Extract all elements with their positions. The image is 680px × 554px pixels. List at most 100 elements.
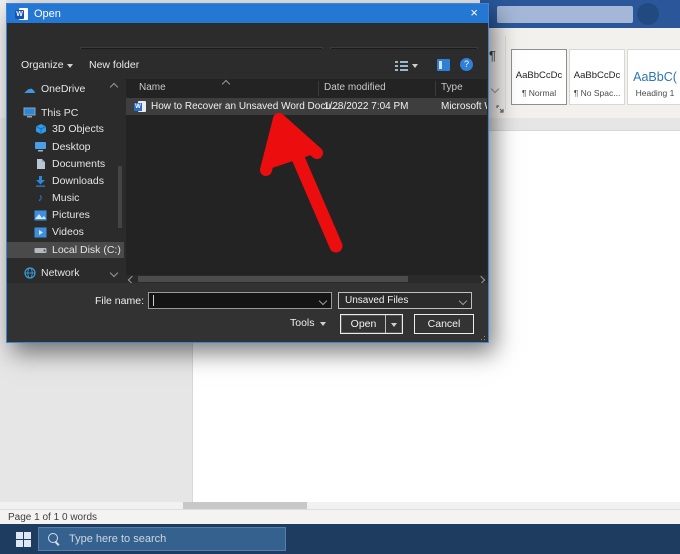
scrollbar-thumb[interactable] [183,502,307,509]
sort-ascending-chevron-icon [222,80,230,88]
organize-button[interactable]: Organize [21,59,73,71]
sidebar-item-label: This PC [41,107,78,119]
search-icon [48,533,60,545]
word-titlebar [480,0,680,28]
music-note-icon: ♪ [34,192,47,204]
column-separator[interactable] [318,81,319,96]
sidebar-item-documents[interactable]: Documents [7,156,124,172]
hard-drive-icon [34,244,47,256]
chevron-down-icon[interactable] [491,85,499,93]
picture-icon [34,209,47,221]
word-titlebar-search[interactable] [497,6,633,23]
sidebar-item-videos[interactable]: Videos [7,224,124,240]
file-name-label: File name: [87,295,144,307]
word-horizontal-scrollbar[interactable] [0,502,680,509]
sidebar-scrollbar-thumb[interactable] [118,166,122,228]
word-status-bar: Page 1 of 1 0 words [0,509,680,524]
sidebar-item-music[interactable]: ♪ Music [7,190,124,206]
style-no-spacing[interactable]: AaBbCcDc ¶ No Spac... [569,49,625,105]
open-dialog: W Open × ← → ↑ « Office › UnsavedFiles [6,3,489,343]
scroll-right-chevron-icon[interactable] [477,276,485,283]
screen: ¶ AaBbCcDc ¶ Normal AaBbCcDc ¶ No Spac..… [0,0,680,554]
sidebar-item-network[interactable]: Network [7,265,124,281]
column-header-name[interactable]: Name [139,82,166,93]
new-folder-button[interactable]: New folder [89,59,139,71]
help-button[interactable]: ? [460,58,473,71]
sidebar-item-label: Downloads [52,175,104,187]
tools-button[interactable]: Tools [290,317,326,329]
start-button[interactable] [10,524,36,554]
sidebar-item-label: Music [52,192,79,204]
dialog-toolbar: Organize New folder ? [7,49,488,79]
style-normal[interactable]: AaBbCcDc ¶ Normal [511,49,567,105]
column-header-type[interactable]: Type [441,82,463,93]
column-separator[interactable] [435,81,436,96]
video-icon [34,226,47,238]
word-ribbon: ¶ AaBbCcDc ¶ Normal AaBbCcDc ¶ No Spac..… [480,28,680,119]
file-type: Microsoft Word [441,101,487,112]
sidebar-item-local-disk-c[interactable]: Local Disk (C:) [7,242,124,258]
sidebar-item-label: Documents [52,158,105,170]
sidebar-item-3d-objects[interactable]: 3D Objects [7,121,124,137]
dialog-nav-bar: ← → ↑ « Office › UnsavedFiles [7,23,488,49]
file-name-input[interactable] [148,292,332,309]
taskbar-search[interactable] [38,527,286,551]
download-arrow-icon [34,175,47,187]
file-name-dropdown-chevron-icon[interactable] [319,297,327,305]
sidebar-item-onedrive[interactable]: ☁ OneDrive [7,81,124,97]
dialog-footer: File name: Unsaved Files Tools Open Canc… [7,283,488,342]
red-arrow-annotation [255,110,350,255]
style-label: Heading 1 [636,88,675,98]
sidebar-item-label: Videos [52,226,84,238]
style-label: ¶ Normal [522,88,556,98]
network-globe-icon [23,267,36,279]
sidebar-item-desktop[interactable]: Desktop [7,139,124,155]
document-icon [34,158,47,170]
word-app-icon: W [15,8,28,20]
windows-logo-icon [16,532,31,547]
show-hide-pilcrow-button[interactable]: ¶ [489,48,496,63]
sidebar-item-label: Pictures [52,209,90,221]
sidebar-item-this-pc[interactable]: This PC [7,105,124,121]
file-type-select[interactable]: Unsaved Files [338,292,472,309]
view-dropdown-chevron-icon[interactable] [412,64,418,68]
taskbar: ∞ [0,524,680,554]
scrollbar-thumb[interactable] [138,276,408,282]
open-dropdown-arrow[interactable] [385,315,402,333]
scroll-left-chevron-icon[interactable] [128,276,136,283]
open-button-label[interactable]: Open [341,315,386,333]
sidebar-item-label: Network [41,267,80,279]
style-heading-1[interactable]: AaBbC( Heading 1 [627,49,680,105]
open-button[interactable]: Open [340,314,403,334]
sidebar-item-downloads[interactable]: Downloads [7,173,124,189]
chevron-down-icon [459,297,467,305]
page-count[interactable]: Page 1 of 1 [8,512,59,523]
preview-pane-button[interactable] [437,59,450,71]
close-icon[interactable]: × [470,5,478,20]
sidebar-item-label: Desktop [52,141,91,153]
dialog-launcher-icon[interactable] [496,105,505,114]
column-header-date-modified[interactable]: Date modified [324,82,386,93]
dialog-title: Open [34,8,61,20]
text-caret [153,295,154,306]
style-sample: AaBbC( [633,70,677,84]
taskbar-search-input[interactable] [67,532,271,546]
onedrive-cloud-icon: ☁ [23,83,36,95]
word-account-avatar[interactable] [637,3,659,25]
file-type-value: Unsaved Files [345,295,408,306]
ribbon-separator [505,36,506,110]
word-count[interactable]: 0 words [62,512,97,523]
desktop-icon [34,141,47,153]
resize-grip[interactable] [478,333,485,340]
sidebar-item-pictures[interactable]: Pictures [7,207,124,223]
style-sample: AaBbCcDc [516,70,562,81]
sidebar-item-label: Local Disk (C:) [52,244,121,256]
list-horizontal-scrollbar[interactable] [126,275,487,283]
change-view-button[interactable] [395,61,408,71]
sidebar-item-label: 3D Objects [52,123,104,135]
dialog-titlebar: W Open × [7,4,488,23]
cancel-button[interactable]: Cancel [414,314,474,334]
style-label: ¶ No Spac... [574,88,621,98]
cube-icon [34,123,47,135]
monitor-icon [23,107,36,119]
